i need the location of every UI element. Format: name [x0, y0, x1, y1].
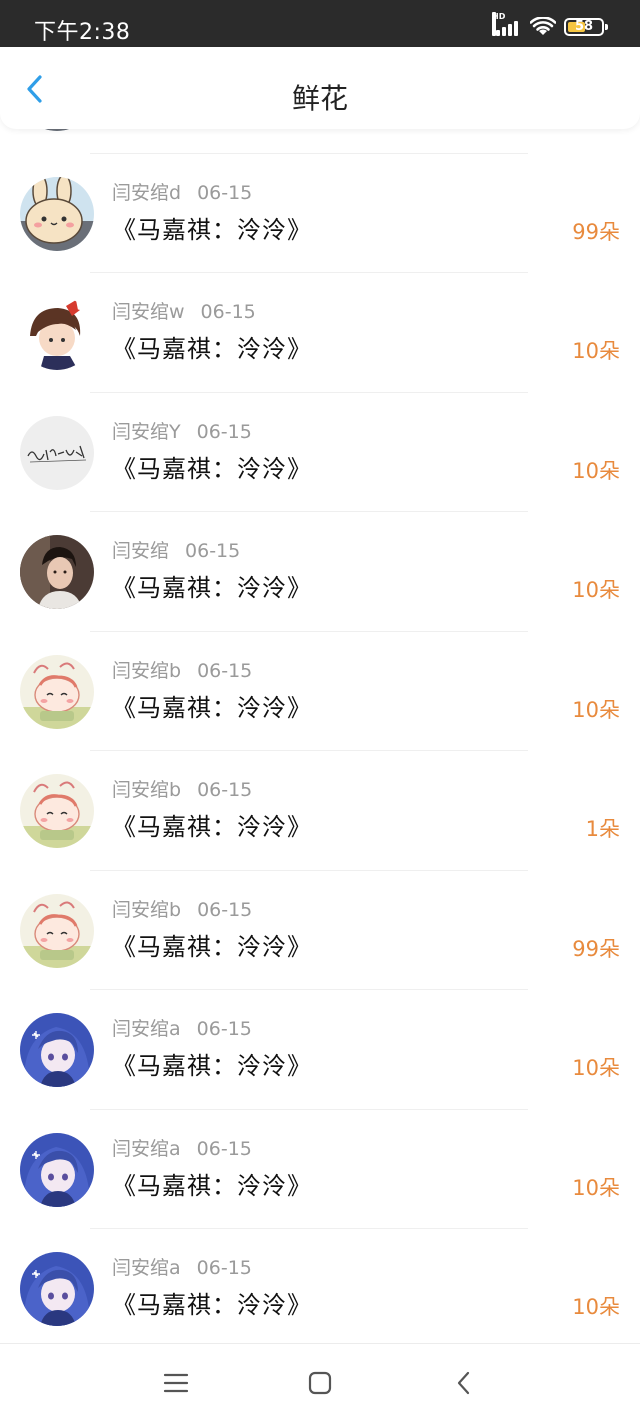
avatar[interactable] — [20, 296, 94, 370]
flower-count: 10朵 — [572, 339, 620, 363]
user-meta: 闫安绾a 06-15 — [112, 1134, 252, 1161]
avatar[interactable] — [20, 893, 94, 968]
post-date: 06-15 — [196, 1137, 252, 1160]
page-title: 鲜花 — [291, 82, 348, 115]
flower-count: 10朵 — [572, 1056, 620, 1080]
song-title: 《马嘉祺：泠泠》 — [112, 454, 312, 483]
battery-icon: 58 — [564, 18, 608, 36]
user-meta: 闫安绾 06-15 — [112, 536, 240, 563]
list-item[interactable]: 闫安绾b 06-15 《马嘉祺：泠泠》 1朵 — [0, 751, 640, 871]
song-title: 《马嘉祺：泠泠》 — [112, 335, 312, 363]
flower-count: 10朵 — [572, 578, 620, 602]
home-icon[interactable] — [305, 1368, 335, 1398]
avatar[interactable] — [20, 415, 94, 490]
post-date: 06-15 — [197, 181, 253, 204]
list-item[interactable]: 闫安绾Y 06-15 《马嘉祺：泠泠》 10朵 — [0, 393, 640, 512]
user-meta: 闫安绾b 06-15 — [112, 895, 252, 922]
user-name: 闫安绾a — [112, 1018, 181, 1040]
user-name: 闫安绾w — [112, 301, 185, 323]
user-meta: 闫安绾b 06-15 — [112, 775, 252, 802]
post-date: 06-15 — [196, 1018, 252, 1040]
avatar[interactable] — [20, 1013, 94, 1087]
status-time: 下午2:38 — [34, 20, 131, 45]
avatar[interactable] — [20, 535, 94, 609]
post-date: 06-15 — [196, 420, 252, 443]
user-name: 闫安绾b — [112, 898, 182, 921]
song-title: 《马嘉祺：泠泠》 — [112, 1171, 312, 1200]
user-meta: 闫安绾d 06-15 — [112, 178, 252, 205]
user-name: 闫安绾d — [112, 181, 182, 204]
user-name: 闫安绾a — [112, 1257, 181, 1279]
list-item[interactable]: 闫安绾a 06-15 《马嘉祺：泠泠》 10朵 — [0, 1110, 640, 1229]
user-meta: 闫安绾a 06-15 — [112, 1014, 252, 1041]
list-item[interactable]: 闫安绾b 06-15 《马嘉祺：泠泠》 10朵 — [0, 632, 640, 751]
song-title: 《马嘉祺：泠泠》 — [112, 1291, 312, 1319]
flower-count: 10朵 — [572, 1175, 620, 1200]
header: 鲜花 — [0, 47, 640, 129]
list-item[interactable]: 《马嘉祺：泠泠》10朵 — [0, 129, 640, 154]
user-meta: 闫安绾a 06-15 — [112, 1253, 252, 1280]
back-icon[interactable] — [449, 1368, 479, 1398]
avatar[interactable] — [20, 654, 94, 729]
song-title: 《马嘉祺：泠泠》 — [112, 932, 312, 961]
song-title: 《马嘉祺：泠泠》 — [112, 693, 312, 722]
system-nav-bar — [0, 1343, 640, 1422]
user-meta: 闫安绾w 06-15 — [112, 297, 256, 324]
list-item[interactable]: 闫安绾a 06-15 《马嘉祺：泠泠》 10朵 — [0, 1229, 640, 1343]
wifi-icon — [530, 17, 556, 35]
song-title: 《马嘉祺：泠泠》 — [112, 574, 312, 602]
menu-icon[interactable] — [161, 1368, 191, 1398]
avatar[interactable] — [20, 1132, 94, 1207]
flower-count: 1朵 — [585, 817, 620, 841]
post-date: 06-15 — [197, 779, 253, 801]
post-date: 06-15 — [197, 659, 253, 682]
flower-list[interactable]: 《马嘉祺：泠泠》10朵闫安绾d06-15《马嘉祺：泠泠》99朵闫安绾w06-15… — [0, 129, 640, 1343]
song-title: 《马嘉祺：泠泠》 — [112, 215, 312, 244]
post-date: 06-15 — [185, 540, 241, 562]
user-name: 闫安绾a — [112, 1137, 181, 1160]
list-item[interactable]: 闫安绾 06-15 《马嘉祺：泠泠》 10朵 — [0, 512, 640, 632]
flower-count: 99朵 — [572, 936, 620, 961]
user-name: 闫安绾b — [112, 779, 182, 801]
user-name: 闫安绾b — [112, 659, 182, 682]
flower-count: 10朵 — [572, 458, 620, 483]
list-item[interactable]: 闫安绾b 06-15 《马嘉祺：泠泠》 99朵 — [0, 871, 640, 990]
user-name: 闫安绾 — [112, 540, 170, 562]
flower-count: 10朵 — [572, 697, 620, 722]
avatar[interactable] — [20, 129, 94, 131]
song-title: 《马嘉祺：泠泠》 — [112, 1052, 312, 1080]
user-meta: 闫安绾Y 06-15 — [112, 417, 252, 444]
list-item[interactable]: 闫安绾d 06-15 《马嘉祺：泠泠》 99朵 — [0, 154, 640, 273]
avatar[interactable] — [20, 774, 94, 848]
battery-level: 58 — [574, 19, 594, 34]
post-date: 06-15 — [197, 898, 253, 921]
list-item[interactable]: 闫安绾a 06-15 《马嘉祺：泠泠》 10朵 — [0, 990, 640, 1110]
flower-count: 99朵 — [572, 219, 620, 244]
post-date: 06-15 — [196, 1257, 252, 1279]
post-date: 06-15 — [200, 301, 256, 323]
song-title: 《马嘉祺：泠泠》 — [112, 813, 312, 841]
avatar[interactable] — [20, 176, 94, 251]
flower-count: 10朵 — [572, 1295, 620, 1319]
avatar[interactable] — [20, 1252, 94, 1326]
list-item[interactable]: 闫安绾w 06-15 《马嘉祺：泠泠》 10朵 — [0, 273, 640, 393]
signal-icon: HD — [492, 12, 522, 36]
user-meta: 闫安绾b 06-15 — [112, 656, 252, 683]
status-icons: HD 58 — [492, 12, 608, 38]
status-bar: 下午2:38 HD 58 — [0, 0, 640, 47]
user-name: 闫安绾Y — [112, 420, 181, 443]
